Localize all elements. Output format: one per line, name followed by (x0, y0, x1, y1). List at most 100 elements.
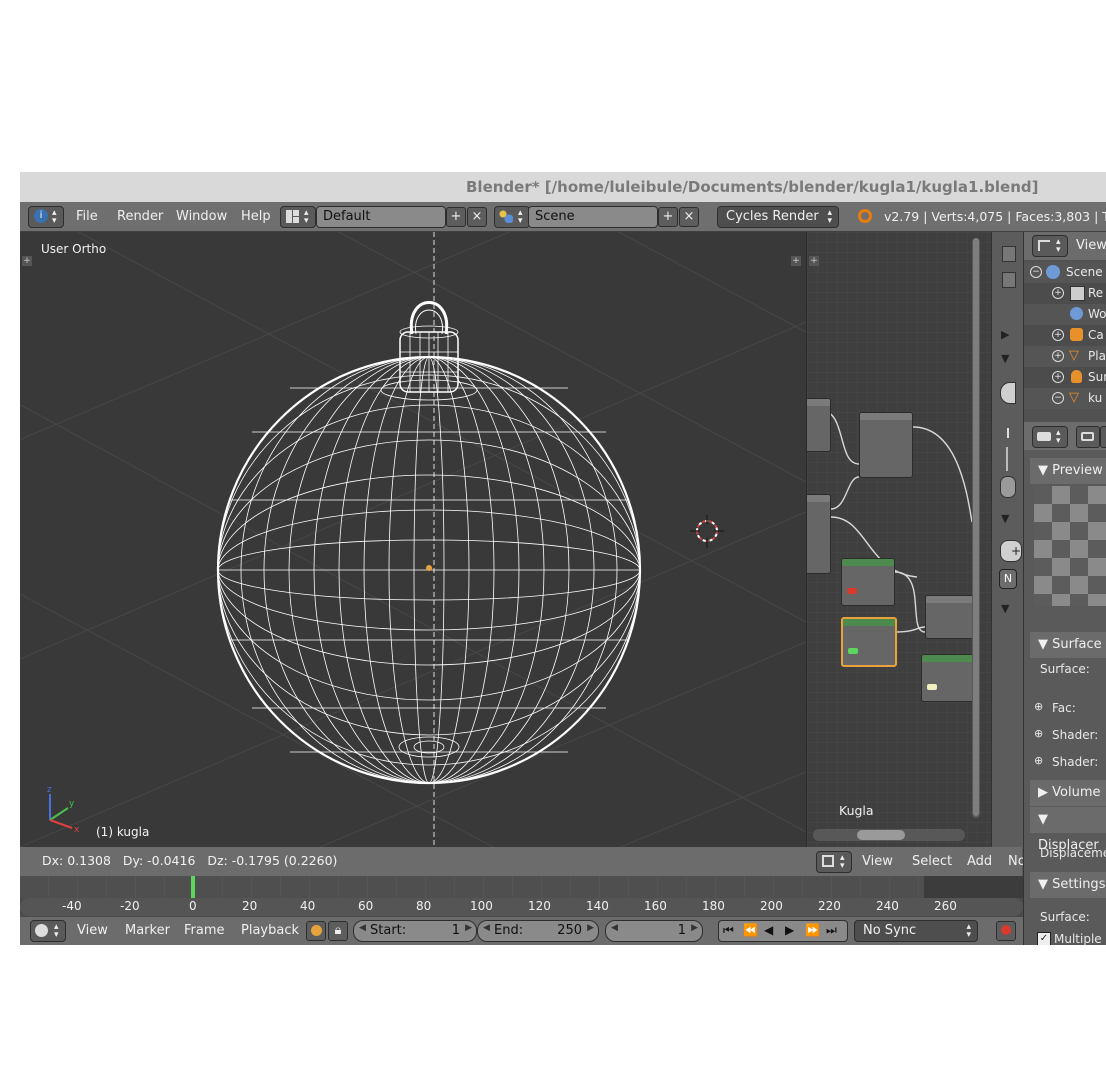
timeline[interactable]: -40 -20 0 20 40 60 80 100 120 140 160 18… (20, 876, 1023, 920)
editor-type-info-button[interactable]: i ▴ ▾ (28, 206, 64, 228)
node-kugla-shader-selected[interactable] (841, 617, 897, 667)
auto-keyframe-record-button[interactable] (996, 921, 1016, 941)
surface-panel-header[interactable]: ▼ Surface (1030, 632, 1106, 658)
jump-start-icon[interactable]: ⏮ (723, 923, 734, 938)
tool-button-3[interactable] (1000, 382, 1016, 404)
arrow-right-icon[interactable]: ▶ (1001, 328, 1009, 341)
node-partial-2[interactable] (807, 494, 831, 574)
expand-icon[interactable]: ⊕ (1034, 700, 1043, 713)
outliner-menu-view[interactable]: View (1076, 238, 1106, 253)
current-frame-marker[interactable] (191, 876, 195, 898)
node-horizontal-scrollbar[interactable] (813, 829, 965, 841)
render-engine-dropdown[interactable]: Cycles Render ▴ ▾ (717, 206, 839, 228)
collapse-icon[interactable]: − (1052, 392, 1064, 404)
remove-scene-button[interactable]: × (679, 207, 699, 227)
node-mix-rgb[interactable] (859, 412, 913, 478)
menu-window[interactable]: Window (176, 209, 227, 224)
outliner-type-button[interactable]: ▴ ▾ (1032, 235, 1068, 257)
decrement-icon[interactable]: ◀ (483, 923, 490, 933)
properties-type-button[interactable]: ▴ ▾ (1032, 426, 1068, 448)
timeline-menu-marker[interactable]: Marker (125, 923, 170, 938)
start-frame-field[interactable]: ◀ Start: 1 ▶ (353, 920, 477, 942)
settings-panel-header[interactable]: ▼ Settings (1030, 872, 1106, 898)
layout-name-field[interactable]: Default (316, 206, 446, 228)
remove-layout-button[interactable]: × (467, 207, 487, 227)
outliner-row-world[interactable]: Wo (1024, 304, 1106, 325)
tool-slider[interactable] (1006, 447, 1008, 471)
decrement-icon[interactable]: ◀ (611, 923, 618, 933)
tool-button-2[interactable] (1002, 272, 1016, 288)
menu-render[interactable]: Render (117, 209, 163, 224)
properties-toggle-icon[interactable]: + (791, 256, 801, 266)
outliner-row-renderlayers[interactable]: + Re (1024, 283, 1106, 304)
menu-file[interactable]: File (76, 209, 98, 224)
expand-icon[interactable]: + (1052, 350, 1064, 362)
tool-button-1[interactable] (1002, 246, 1016, 262)
node-menu-select[interactable]: Select (912, 854, 952, 869)
expand-icon[interactable]: + (1052, 287, 1064, 299)
increment-icon[interactable]: ▶ (691, 923, 698, 933)
scrollbar-thumb[interactable] (973, 238, 979, 816)
play-icon[interactable]: ▶ (785, 923, 794, 937)
tool-button-4[interactable] (1000, 476, 1016, 498)
volume-panel-header[interactable]: ▶ Volume (1030, 780, 1106, 806)
expand-icon[interactable]: ⊕ (1034, 754, 1043, 767)
collapse-icon[interactable]: − (1030, 266, 1042, 278)
timeline-menu-view[interactable]: View (77, 923, 108, 938)
n-panel-button[interactable]: N (999, 569, 1017, 589)
node-editor-type-button[interactable]: ▴ ▾ (816, 851, 852, 873)
node-editor[interactable]: Kugla + (806, 232, 992, 847)
menu-help[interactable]: Help (241, 209, 271, 224)
node-mix-shader[interactable] (925, 595, 975, 639)
node-kugla-shader-1[interactable] (841, 558, 895, 606)
current-frame-field[interactable]: ◀ 1 ▶ (605, 920, 703, 942)
node-menu-view[interactable]: View (862, 854, 893, 869)
3d-viewport[interactable]: z y x User Ortho (1) kugla + + (20, 232, 806, 847)
node-menu-add[interactable]: Add (967, 854, 992, 869)
node-vertical-scrollbar[interactable] (972, 238, 980, 818)
sync-mode-dropdown[interactable]: No Sync ▴ ▾ (854, 920, 978, 942)
arrow-down-icon[interactable]: ▼ (1001, 602, 1009, 615)
preview-panel-header[interactable]: ▼ Preview (1030, 458, 1106, 484)
expand-icon[interactable]: ⊕ (1034, 727, 1043, 740)
multiple-importance-checkbox[interactable]: ✓ (1037, 932, 1051, 945)
increment-icon[interactable]: ▶ (465, 923, 472, 933)
add-scene-button[interactable]: + (658, 207, 678, 227)
increment-icon[interactable]: ▶ (587, 923, 594, 933)
expand-icon[interactable]: + (1052, 329, 1064, 341)
node-toggle-plus-icon[interactable]: + (809, 256, 819, 266)
timeline-menu-frame[interactable]: Frame (184, 923, 225, 938)
node-kugla-shader-2[interactable] (921, 654, 975, 702)
jump-keyframe-forward-icon[interactable]: ⏩ (805, 923, 820, 937)
outliner-row-lamp[interactable]: + Sur (1024, 367, 1106, 388)
scene-selector[interactable]: ▴ ▾ (494, 206, 530, 228)
node-partial-1[interactable] (807, 398, 831, 452)
add-layout-button[interactable]: + (446, 207, 466, 227)
displacement-panel-header[interactable]: ▼ Displacer (1030, 807, 1106, 853)
outliner-row-plane[interactable]: + ▽ Pla (1024, 346, 1106, 367)
preview-range-button[interactable] (306, 921, 326, 941)
jump-keyframe-back-icon[interactable]: ⏪ (743, 923, 758, 937)
render-tab-button[interactable] (1076, 426, 1100, 448)
screen-layout-selector[interactable]: ▴ ▾ (280, 206, 316, 228)
timeline-type-button[interactable]: ▴ ▾ (30, 920, 66, 942)
tool-shelf-toggle-icon[interactable]: + (22, 256, 32, 266)
3d-cursor[interactable] (690, 515, 724, 548)
tool-button-5[interactable]: + (1000, 540, 1022, 562)
scrollbar-thumb[interactable] (857, 830, 905, 840)
arrow-down-icon[interactable]: ▼ (1001, 512, 1009, 525)
outliner-row-camera[interactable]: + Ca (1024, 325, 1106, 346)
arrow-down-icon[interactable]: ▼ (1001, 352, 1009, 365)
timeline-menu-playback[interactable]: Playback (241, 923, 299, 938)
jump-end-icon[interactable]: ⏭ (826, 923, 837, 938)
ornament-wireframe[interactable] (216, 301, 642, 785)
lock-range-button[interactable]: 🔒︎ (328, 921, 348, 941)
scene-name-field[interactable]: Scene (528, 206, 658, 228)
expand-icon[interactable]: + (1052, 371, 1064, 383)
play-reverse-icon[interactable]: ◀ (764, 923, 773, 937)
outliner-row-scene[interactable]: − Scene (1024, 262, 1106, 283)
end-frame-field[interactable]: ◀ End: 250 ▶ (477, 920, 599, 942)
scene-tab-button[interactable] (1100, 426, 1106, 448)
decrement-icon[interactable]: ◀ (359, 923, 366, 933)
outliner-row-kugla[interactable]: − ▽ ku (1024, 388, 1106, 409)
